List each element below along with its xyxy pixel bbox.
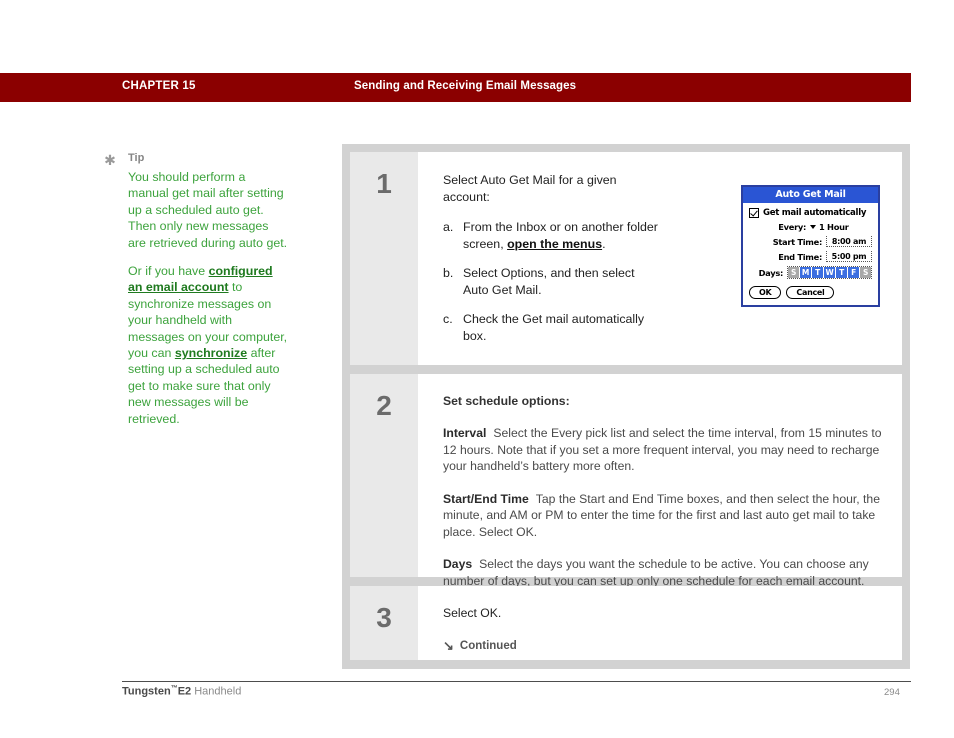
chapter-header-bar: CHAPTER 15 Sending and Receiving Email M…	[0, 73, 911, 102]
day-sunday[interactable]: S	[788, 267, 800, 278]
day-saturday[interactable]: S	[860, 267, 871, 278]
day-friday[interactable]: F	[848, 267, 860, 278]
open-the-menus-link[interactable]: open the menus	[507, 237, 602, 251]
substep-b: b. Select Options, and then select Auto G…	[443, 265, 658, 298]
substep-c-marker: c.	[443, 312, 453, 326]
start-end-time-term: Start/End Time	[443, 491, 529, 506]
step-content-2: Set schedule options: Interval Select the…	[418, 374, 909, 588]
start-time-row: Start Time: 8:00 am	[743, 236, 878, 247]
day-thursday[interactable]: T	[836, 267, 848, 278]
trademark-icon: ™	[170, 685, 178, 692]
substep-a-marker: a.	[443, 220, 454, 234]
end-time-label: End Time:	[778, 251, 822, 262]
step-1-substep-list: a. From the Inbox or on another folder sc…	[443, 219, 658, 344]
days-row: Days: S M T W T F S	[743, 266, 878, 279]
tip-label: Tip	[128, 152, 145, 164]
tip-paragraph-1: You should perform a manual get mail aft…	[128, 170, 288, 250]
step-2-lead-text: Set schedule options:	[443, 394, 570, 408]
days-term: Days	[443, 557, 473, 571]
step-1-lead-text: Select Auto Get Mail for a given account…	[443, 173, 617, 204]
step-box-1: 1 Select Auto Get Mail for a given accou…	[350, 152, 902, 365]
interval-term: Interval	[443, 426, 487, 440]
footer-product-label: Tungsten™E2 Handheld	[122, 685, 241, 698]
end-time-row: End Time: 5:00 pm	[743, 251, 878, 262]
days-selector[interactable]: S M T W T F S	[787, 266, 872, 279]
days-label: Days:	[758, 267, 784, 278]
day-tuesday[interactable]: T	[812, 267, 824, 278]
footer-product-name: Tungsten	[122, 685, 171, 698]
chapter-number-label: CHAPTER 15	[122, 80, 196, 92]
substep-b-marker: b.	[443, 266, 454, 280]
step-number-column-2: 2	[350, 374, 418, 577]
step-content-1: Select Auto Get Mail for a given account…	[418, 152, 902, 365]
substep-a-post: .	[602, 236, 606, 251]
continued-marker: ↘ Continued	[443, 639, 888, 652]
days-paragraph: Days Select the days you want the schedul…	[443, 556, 895, 589]
get-mail-automatically-row[interactable]: Get mail automatically	[743, 208, 878, 218]
tip-body: You should perform a manual get mail aft…	[128, 169, 288, 439]
step-content-3: Select OK. ↘ Continued	[418, 586, 902, 660]
substep-c-text: Check the Get mail automatically box.	[463, 312, 645, 343]
end-time-field[interactable]: 5:00 pm	[826, 251, 872, 262]
ok-button[interactable]: OK	[749, 286, 782, 299]
chapter-title-label: Sending and Receiving Email Messages	[354, 80, 577, 92]
substep-b-text: Select Options, and then select Auto Get…	[463, 266, 635, 297]
get-mail-automatically-label: Get mail automatically	[763, 208, 867, 218]
step-number-column-3: 3	[350, 586, 418, 660]
step-number-column-1: 1	[350, 152, 418, 365]
step-number-2: 2	[376, 390, 392, 421]
footer-divider	[122, 681, 911, 682]
page-number: 294	[884, 687, 900, 698]
step-number-3: 3	[376, 602, 392, 633]
footer-model: E2	[177, 685, 192, 698]
auto-get-mail-dialog: Auto Get Mail Get mail automatically Eve…	[741, 185, 880, 307]
every-row: Every: 1 Hour	[743, 222, 878, 232]
substep-a: a. From the Inbox or on another folder sc…	[443, 219, 658, 252]
asterisk-icon: ✱	[104, 152, 116, 168]
checkbox-checked-icon[interactable]	[749, 208, 759, 218]
footer-device: Handheld	[191, 685, 242, 698]
cancel-button[interactable]: Cancel	[786, 286, 835, 299]
every-value: 1 Hour	[819, 222, 849, 232]
step-box-3: 3 Select OK. ↘ Continued	[350, 586, 902, 660]
start-time-label: Start Time:	[772, 236, 823, 247]
every-picklist[interactable]: 1 Hour	[810, 222, 872, 232]
step-3-lead-text: Select OK.	[443, 606, 502, 620]
step-box-2: 2 Set schedule options: Interval Select t…	[350, 374, 902, 588]
days-body: Select the days you want the schedule to…	[443, 557, 869, 588]
continued-label: Continued	[459, 639, 517, 652]
day-wednesday[interactable]: W	[824, 267, 836, 278]
interval-paragraph: Interval Select the Every pick list and s…	[443, 425, 895, 475]
start-end-time-paragraph: Start/End Time Tap the Start and End Time…	[443, 491, 895, 541]
interval-body: Select the Every pick list and select th…	[443, 426, 882, 473]
arrow-down-right-icon: ↘	[443, 638, 454, 653]
dialog-button-row: OK Cancel	[743, 279, 878, 305]
synchronize-link[interactable]: synchronize	[175, 346, 247, 360]
steps-panel: 1 Select Auto Get Mail for a given accou…	[342, 144, 910, 669]
every-label: Every:	[778, 222, 806, 232]
step-number-1: 1	[376, 168, 392, 199]
day-monday[interactable]: M	[800, 267, 812, 278]
substep-c: c. Check the Get mail automatically box.	[443, 311, 658, 344]
chevron-down-icon	[810, 225, 816, 229]
start-time-field[interactable]: 8:00 am	[826, 236, 872, 247]
tip-paragraph-2: Or if you have configured an email accou…	[128, 263, 288, 427]
tip-p2-pre: Or if you have	[128, 264, 209, 279]
dialog-title: Auto Get Mail	[743, 187, 878, 203]
